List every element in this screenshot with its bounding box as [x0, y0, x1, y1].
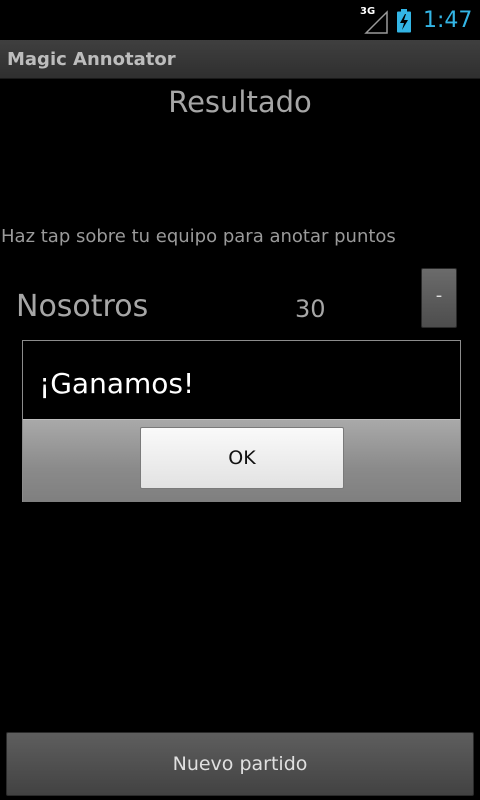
dialog-button-bar: OK — [23, 419, 460, 502]
result-dialog: ¡Ganamos! OK — [22, 340, 461, 502]
signal-strength-icon — [364, 10, 388, 34]
app-title: Magic Annotator — [7, 49, 176, 70]
team-score: 30 — [295, 295, 326, 323]
battery-charging-icon — [397, 9, 411, 33]
ok-button[interactable]: OK — [140, 427, 344, 489]
team-name[interactable]: Nosotros — [16, 288, 148, 326]
status-bar: 3G 1:47 — [0, 0, 480, 40]
new-game-button[interactable]: Nuevo partido — [6, 732, 474, 796]
team-row[interactable]: Nosotros 30 - — [0, 262, 480, 334]
dialog-message: ¡Ganamos! — [39, 367, 195, 400]
page-title: Resultado — [168, 85, 312, 119]
app-screen: 3G 1:47 Magic Annotator Resultado Haz ta… — [0, 0, 480, 800]
title-bar: Magic Annotator — [0, 40, 480, 79]
dialog-message-area: ¡Ganamos! — [23, 341, 460, 419]
signal-indicator: 3G — [360, 6, 390, 34]
decrement-score-button[interactable]: - — [421, 268, 457, 328]
clock: 1:47 — [423, 8, 473, 33]
instructions-text: Haz tap sobre tu equipo para anotar punt… — [1, 226, 396, 247]
